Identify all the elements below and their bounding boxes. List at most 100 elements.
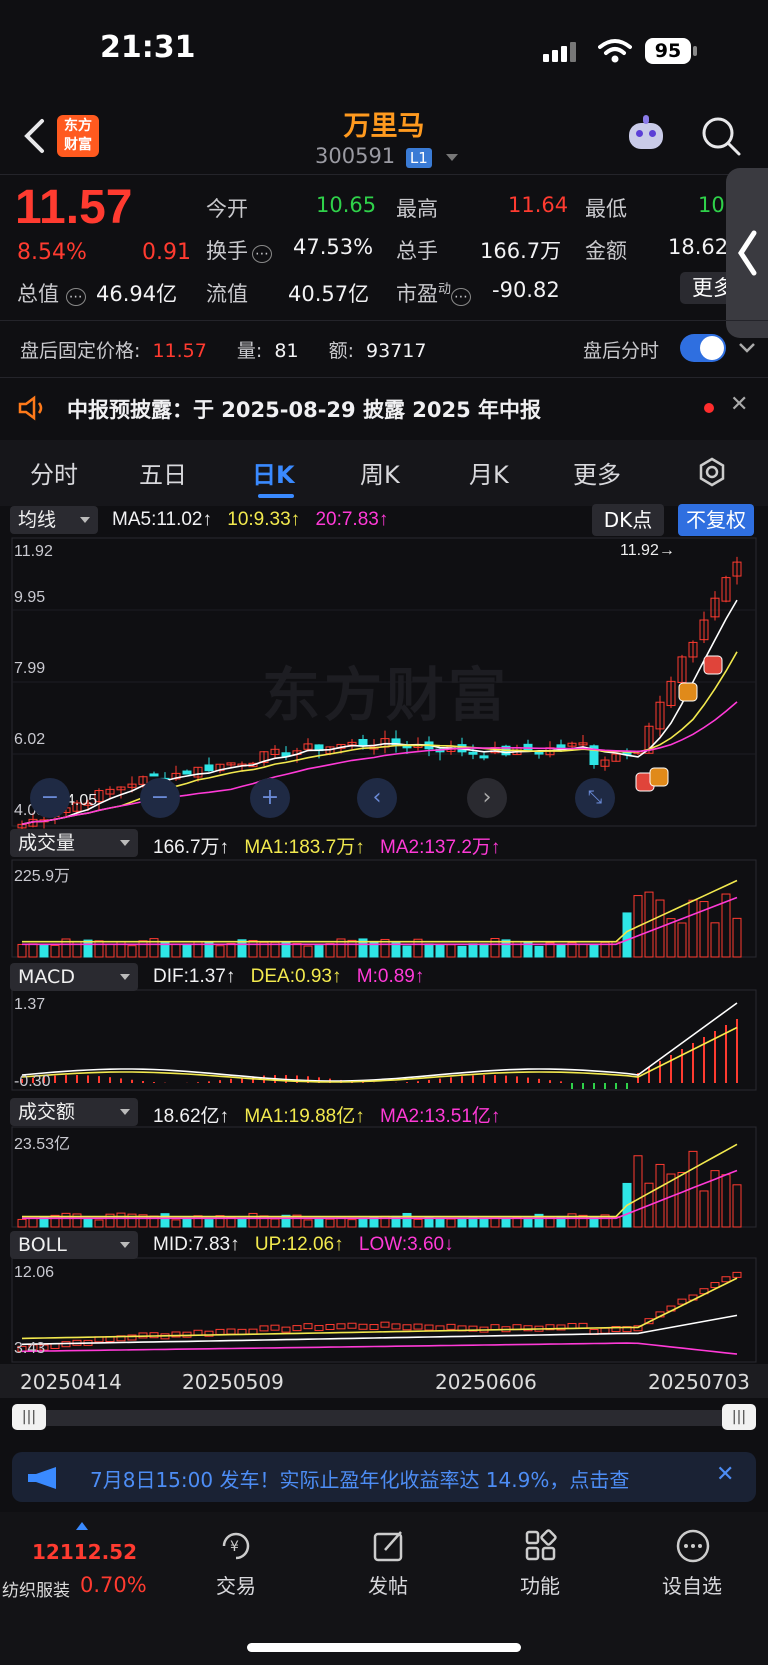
- amount-bar: [325, 1218, 335, 1228]
- volume-bar: [39, 943, 49, 958]
- boll-candle: [358, 1323, 368, 1330]
- volume-bar: [50, 944, 60, 958]
- close-icon[interactable]: ✕: [730, 392, 748, 417]
- volume-bar: [578, 943, 588, 958]
- amount-ytick: 23.53亿: [14, 1136, 71, 1153]
- amount-legend: 18.62亿↑ MA1:19.88亿↑ MA2:13.51亿↑: [153, 1106, 501, 1127]
- tab-daily-k[interactable]: 日K: [252, 455, 295, 490]
- boll-candle: [380, 1321, 390, 1328]
- kline-ytick-3: 7.99: [14, 660, 46, 677]
- range-slider-track[interactable]: [12, 1410, 756, 1426]
- boll-candle: [347, 1322, 357, 1329]
- boll-candle: [721, 1276, 731, 1283]
- volume-bar: [589, 944, 599, 958]
- tab-more[interactable]: 更多: [573, 455, 621, 490]
- open-value: 10.65: [316, 193, 377, 217]
- next-button[interactable]: ›: [467, 778, 507, 818]
- ma-select[interactable]: 均线: [10, 506, 98, 534]
- current-price: 11.57: [15, 181, 133, 234]
- range-slider-right-handle[interactable]: |||: [722, 1404, 756, 1430]
- volume-ytick: 225.9万: [14, 868, 71, 885]
- robot-assistant-icon[interactable]: [625, 115, 667, 155]
- macd-ytick-bottom: -0.30: [14, 1073, 51, 1090]
- tab-weekly-k[interactable]: 周K: [360, 455, 400, 490]
- dk-point-button[interactable]: DK点: [592, 504, 664, 536]
- post-button[interactable]: 发帖: [338, 1570, 438, 1599]
- function-button[interactable]: 功能: [490, 1570, 590, 1599]
- volume-bar: [710, 922, 720, 958]
- volume-value: 166.7万: [480, 239, 562, 263]
- ma-legend: MA5:11.02↑ 10:9.33↑ 20:7.83↑: [112, 509, 398, 531]
- tab-five-day[interactable]: 五日: [139, 455, 187, 490]
- amount-bar: [490, 1217, 500, 1228]
- volume-select[interactable]: 成交量: [10, 829, 138, 857]
- stock-code-row[interactable]: 300591 L1: [315, 144, 459, 168]
- volume-bar: [248, 939, 258, 958]
- amount-bar: [314, 1217, 324, 1228]
- amount-bar: [17, 1218, 27, 1228]
- boll-candle: [600, 1327, 610, 1334]
- promo-banner[interactable]: 7月8日15:00 发车！实际止盈年化收益率达 14.9%，点击查 ✕: [12, 1452, 756, 1502]
- stock-code: 300591: [315, 144, 396, 168]
- volume-bar: [677, 922, 687, 958]
- low-value: 10: [698, 193, 725, 217]
- zoom-out-alt-button[interactable]: −: [140, 778, 180, 818]
- volume-legend: 166.7万↑ MA1:183.7万↑ MA2:137.2万↑: [153, 837, 501, 858]
- boll-up-line: [21, 1277, 738, 1340]
- search-icon[interactable]: [700, 115, 742, 157]
- date-label-4: 20250703: [648, 1370, 750, 1394]
- boll-candle: [732, 1271, 742, 1278]
- volume-bar: [127, 945, 137, 958]
- amount-bar: [479, 1218, 489, 1228]
- index-up-arrow: [76, 1522, 88, 1530]
- index-value[interactable]: 12112.52: [32, 1540, 137, 1564]
- trade-button[interactable]: 交易: [186, 1570, 286, 1599]
- tab-monthly-k[interactable]: 月K: [469, 455, 509, 490]
- date-label-2: 20250509: [182, 1370, 284, 1394]
- battery-level: 95: [654, 40, 682, 62]
- boll-select[interactable]: BOLL: [10, 1231, 138, 1259]
- candle: [358, 739, 368, 747]
- tab-intraday[interactable]: 分时: [30, 455, 78, 490]
- index-name: 纺织服装: [2, 1581, 70, 1601]
- adjust-button[interactable]: 不复权: [678, 504, 754, 536]
- amount-bar: [358, 1217, 368, 1228]
- amount-bar: [732, 1184, 742, 1228]
- notice-text[interactable]: 中报预披露：于 2025-08-29 披露 2025 年中报: [67, 394, 541, 424]
- amount-select[interactable]: 成交额: [10, 1098, 138, 1126]
- trade-icon: ¥: [222, 1532, 250, 1560]
- boll-candle: [314, 1325, 324, 1332]
- promo-close-icon[interactable]: ✕: [716, 1462, 734, 1487]
- fullscreen-button[interactable]: ⤡: [575, 778, 615, 818]
- boll-candle: [270, 1324, 280, 1331]
- zoom-out-button[interactable]: −: [30, 778, 70, 818]
- amount-bar: [171, 1219, 181, 1228]
- tab-active-indicator: [258, 494, 294, 498]
- volume-bar: [347, 939, 357, 958]
- amount-bar: [435, 1218, 445, 1228]
- boll-candle: [336, 1323, 346, 1330]
- signal-icon: [543, 42, 583, 62]
- range-slider-left-handle[interactable]: |||: [12, 1404, 46, 1430]
- boll-candle: [402, 1324, 412, 1331]
- ma10-legend: 10:9.33↑: [227, 509, 301, 530]
- volume-bar: [138, 940, 148, 958]
- after-hours-toggle[interactable]: [680, 334, 726, 362]
- boll-low-line: [21, 1342, 738, 1355]
- kline-high-mark: 11.92→: [620, 542, 675, 559]
- candle: [204, 764, 214, 772]
- prev-button[interactable]: ‹: [357, 778, 397, 818]
- zoom-in-button[interactable]: +: [250, 778, 290, 818]
- date-label-3: 20250606: [435, 1370, 537, 1394]
- amount-bar: [677, 1172, 687, 1228]
- chevron-down-icon[interactable]: [738, 342, 756, 354]
- macd-select[interactable]: MACD: [10, 963, 138, 991]
- side-panel-handle[interactable]: [726, 168, 768, 338]
- macd-dif-line: [21, 1002, 738, 1082]
- boll-ytick-top: 12.06: [14, 1264, 55, 1281]
- volume-bar: [435, 944, 445, 958]
- add-watchlist-button[interactable]: 设自选: [642, 1570, 742, 1599]
- gear-icon[interactable]: [697, 457, 727, 487]
- chart-panel-frame: [11, 1126, 757, 1228]
- macd-ytick-top: 1.37: [14, 996, 46, 1013]
